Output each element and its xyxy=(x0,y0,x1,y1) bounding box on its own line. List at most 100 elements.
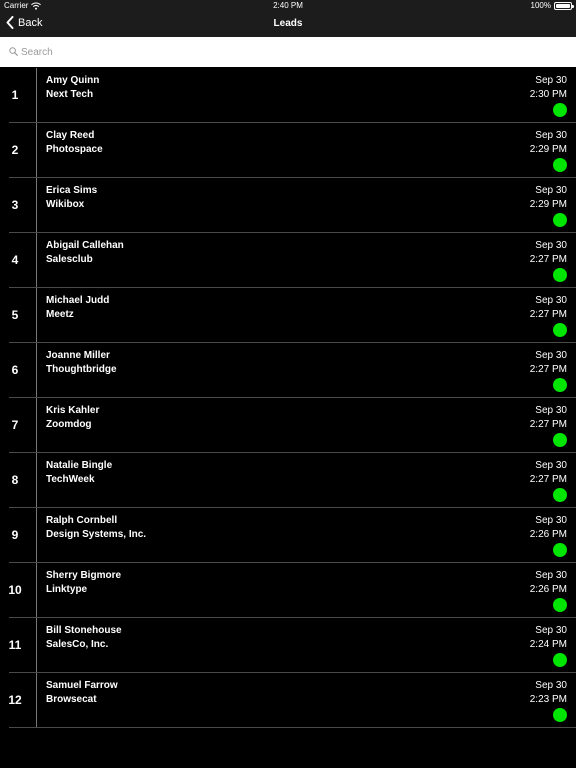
lead-index: 5 xyxy=(11,308,19,322)
lead-name: Abigail Callehan xyxy=(46,240,124,251)
row-divider xyxy=(36,343,37,397)
row-divider xyxy=(36,563,37,617)
lead-name: Erica Sims xyxy=(46,185,98,196)
row-divider xyxy=(36,398,37,452)
lead-date: Sep 30 xyxy=(535,515,567,526)
lead-row[interactable]: 12 Samuel Farrow Browsecat Sep 30 2:23 P… xyxy=(0,673,576,728)
lead-name: Ralph Cornbell xyxy=(46,515,118,526)
lead-name: Amy Quinn xyxy=(46,75,100,86)
lead-index: 12 xyxy=(8,693,22,707)
battery-percent: 100% xyxy=(530,1,551,10)
lead-row[interactable]: 9 Ralph Cornbell Design Systems, Inc. Se… xyxy=(0,508,576,563)
lead-row[interactable]: 10 Sherry Bigmore Linktype Sep 30 2:26 P… xyxy=(0,563,576,618)
lead-row[interactable]: 7 Kris Kahler Zoomdog Sep 30 2:27 PM xyxy=(0,398,576,453)
lead-time: 2:24 PM xyxy=(529,639,567,650)
lead-index: 2 xyxy=(11,143,19,157)
lead-row[interactable]: 5 Michael Judd Meetz Sep 30 2:27 PM xyxy=(0,288,576,343)
lead-index: 1 xyxy=(11,88,19,102)
lead-name: Michael Judd xyxy=(46,295,110,306)
lead-date: Sep 30 xyxy=(535,680,567,691)
status-dot xyxy=(553,488,567,502)
lead-time: 2:27 PM xyxy=(529,474,567,485)
leads-list: 1 Amy Quinn Next Tech Sep 30 2:30 PM 2 C… xyxy=(0,68,576,728)
battery-group: 100% xyxy=(530,1,574,10)
lead-company: SalesCo, Inc. xyxy=(46,639,109,650)
lead-company: Design Systems, Inc. xyxy=(46,529,147,540)
lead-name: Kris Kahler xyxy=(46,405,100,416)
battery-icon xyxy=(554,1,574,10)
status-dot xyxy=(553,103,567,117)
row-divider xyxy=(36,508,37,562)
row-divider xyxy=(36,618,37,672)
lead-name: Samuel Farrow xyxy=(46,680,118,691)
status-dot xyxy=(553,598,567,612)
lead-time: 2:27 PM xyxy=(529,419,567,430)
lead-row[interactable]: 1 Amy Quinn Next Tech Sep 30 2:30 PM xyxy=(0,68,576,123)
lead-index: 7 xyxy=(11,418,19,432)
search-bar xyxy=(0,37,576,67)
lead-index: 3 xyxy=(11,198,19,212)
status-dot xyxy=(553,158,567,172)
lead-date: Sep 30 xyxy=(535,185,567,196)
status-dot xyxy=(553,653,567,667)
lead-time: 2:29 PM xyxy=(529,199,567,210)
lead-date: Sep 30 xyxy=(535,130,567,141)
lead-name: Joanne Miller xyxy=(46,350,110,361)
lead-company: Zoomdog xyxy=(46,419,92,430)
lead-time: 2:23 PM xyxy=(529,694,567,705)
lead-name: Bill Stonehouse xyxy=(46,625,122,636)
lead-date: Sep 30 xyxy=(535,625,567,636)
status-dot xyxy=(553,543,567,557)
lead-company: Photospace xyxy=(46,144,103,155)
lead-company: Next Tech xyxy=(46,89,94,100)
row-divider xyxy=(36,288,37,342)
lead-time: 2:27 PM xyxy=(529,364,567,375)
lead-name: Natalie Bingle xyxy=(46,460,113,471)
lead-row[interactable]: 6 Joanne Miller Thoughtbridge Sep 30 2:2… xyxy=(0,343,576,398)
lead-time: 2:30 PM xyxy=(529,89,567,100)
status-dot xyxy=(553,213,567,227)
lead-date: Sep 30 xyxy=(535,295,567,306)
lead-row[interactable]: 2 Clay Reed Photospace Sep 30 2:29 PM xyxy=(0,123,576,178)
lead-date: Sep 30 xyxy=(535,240,567,251)
lead-row[interactable]: 4 Abigail Callehan Salesclub Sep 30 2:27… xyxy=(0,233,576,288)
lead-date: Sep 30 xyxy=(535,350,567,361)
lead-index: 4 xyxy=(11,253,19,267)
lead-row[interactable]: 8 Natalie Bingle TechWeek Sep 30 2:27 PM xyxy=(0,453,576,508)
row-divider xyxy=(36,673,37,727)
lead-date: Sep 30 xyxy=(535,460,567,471)
lead-date: Sep 30 xyxy=(535,570,567,581)
lead-company: TechWeek xyxy=(46,474,95,485)
status-dot xyxy=(553,268,567,282)
lead-company: Linktype xyxy=(46,584,88,595)
lead-company: Browsecat xyxy=(46,694,97,705)
lead-name: Clay Reed xyxy=(46,130,95,141)
status-time: 2:40 PM xyxy=(273,1,303,10)
lead-company: Salesclub xyxy=(46,254,93,265)
lead-index: 11 xyxy=(8,638,22,652)
row-divider xyxy=(36,68,37,122)
row-divider xyxy=(36,178,37,232)
row-divider xyxy=(36,123,37,177)
lead-date: Sep 30 xyxy=(535,75,567,86)
lead-row[interactable]: 3 Erica Sims Wikibox Sep 30 2:29 PM xyxy=(0,178,576,233)
row-divider xyxy=(36,233,37,287)
lead-index: 9 xyxy=(11,528,19,542)
lead-time: 2:27 PM xyxy=(529,309,567,320)
page-title: Leads xyxy=(273,18,303,29)
lead-time: 2:26 PM xyxy=(529,529,567,540)
status-dot xyxy=(553,708,567,722)
lead-index: 8 xyxy=(11,473,19,487)
row-divider xyxy=(36,453,37,507)
status-dot xyxy=(553,323,567,337)
search-icon xyxy=(9,47,18,56)
search-input[interactable] xyxy=(21,43,561,61)
navigation-bar: Back Leads xyxy=(0,12,576,37)
lead-company: Thoughtbridge xyxy=(46,364,117,375)
status-dot xyxy=(553,433,567,447)
lead-time: 2:27 PM xyxy=(529,254,567,265)
lead-row[interactable]: 11 Bill Stonehouse SalesCo, Inc. Sep 30 … xyxy=(0,618,576,673)
lead-company: Meetz xyxy=(46,309,74,320)
lead-date: Sep 30 xyxy=(535,405,567,416)
status-dot xyxy=(553,378,567,392)
